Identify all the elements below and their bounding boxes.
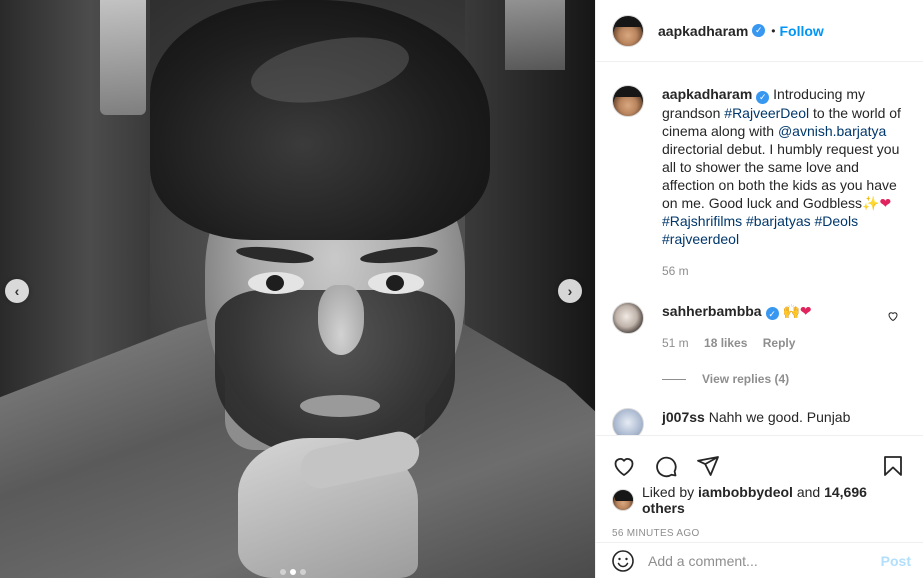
carousel-next-button[interactable]: › <box>558 279 582 303</box>
post-sidebar: aapkadharam ✓ • Follow aapkadharam ✓ Intr… <box>595 0 923 578</box>
comment-text: Nahh we good. Punjab <box>708 409 851 425</box>
caption-avatar[interactable] <box>612 85 644 117</box>
separator-dot: • <box>771 23 776 38</box>
commenter-username[interactable]: sahherbambba <box>662 303 762 319</box>
comment-time[interactable]: 51 m <box>662 336 689 350</box>
raised-hands-emoji: 🙌 <box>782 302 800 319</box>
action-icons <box>596 436 923 484</box>
post-comment-button[interactable]: Post <box>881 553 911 569</box>
caption: aapkadharam ✓ Introducing my grandson #Ra… <box>612 85 907 280</box>
commenter-avatar[interactable] <box>612 408 644 435</box>
post-actions: Liked by iambobbydeol and 14,696 others … <box>596 435 923 578</box>
share-paper-plane-icon[interactable] <box>694 452 722 480</box>
comment-likes[interactable]: 18 likes <box>704 336 747 350</box>
carousel-dot <box>280 569 286 575</box>
author-username[interactable]: aapkadharam <box>658 23 748 39</box>
comment-meta: 51 m 18 likes Reply <box>662 334 862 352</box>
sparkles-emoji: ✨ <box>862 194 880 211</box>
post-container: ‹ › aapkadharam ✓ • Follow aapkadharam ✓ … <box>0 0 923 578</box>
comment-like-heart-icon[interactable] <box>887 310 899 325</box>
liked-by-user-link[interactable]: iambobbydeol <box>698 484 793 500</box>
caption-time[interactable]: 56 m <box>662 264 689 278</box>
like-heart-icon[interactable] <box>610 452 638 480</box>
comments-list[interactable]: aapkadharam ✓ Introducing my grandson #Ra… <box>596 63 923 435</box>
reply-button[interactable]: Reply <box>763 336 796 350</box>
comment-bubble-icon[interactable] <box>652 452 680 480</box>
verified-badge-icon: ✓ <box>756 90 770 104</box>
liked-by-prefix: Liked by <box>642 484 695 500</box>
carousel-prev-button[interactable]: ‹ <box>5 279 29 303</box>
heart-emoji: ❤ <box>799 302 812 319</box>
view-replies-button[interactable]: View replies (4) <box>662 372 907 386</box>
liked-by-and: and <box>796 484 821 500</box>
carousel-dot <box>300 569 306 575</box>
mention-link[interactable]: @avnish.barjatya <box>778 123 886 139</box>
comment-item: j007ss Nahh we good. Punjab <box>612 408 907 435</box>
carousel-indicator <box>280 569 306 575</box>
commenter-username[interactable]: j007ss <box>662 409 705 425</box>
comment-input[interactable] <box>648 553 881 569</box>
emoji-smiley-icon[interactable] <box>610 548 636 574</box>
heart-emoji: ❤ <box>879 194 892 211</box>
verified-badge-icon: ✓ <box>765 307 779 320</box>
post-timestamp[interactable]: 56 MINUTES AGO <box>596 516 923 539</box>
comment-item: sahherbambba ✓ 🙌❤ 51 m 18 likes Reply <box>612 301 907 353</box>
post-photo[interactable]: ‹ › <box>0 0 595 578</box>
post-header: aapkadharam ✓ • Follow <box>596 0 923 62</box>
follow-button[interactable]: Follow <box>779 23 823 39</box>
carousel-dot-active <box>290 569 296 575</box>
commenter-avatar[interactable] <box>612 301 644 334</box>
bookmark-save-icon[interactable] <box>879 452 907 480</box>
hashtags-link[interactable]: #Rajshrifilms #barjatyas #Deols #rajveer… <box>662 213 858 247</box>
caption-meta: 56 m <box>662 262 902 280</box>
likes-summary: Liked by iambobbydeol and 14,696 others <box>596 484 923 516</box>
caption-username[interactable]: aapkadharam <box>662 86 752 102</box>
hashtag-link[interactable]: #RajveerDeol <box>724 105 809 121</box>
author-avatar[interactable] <box>612 14 644 47</box>
comment-box: Post <box>596 542 923 578</box>
verified-badge-icon: ✓ <box>752 24 766 37</box>
liker-avatar[interactable] <box>612 489 634 511</box>
